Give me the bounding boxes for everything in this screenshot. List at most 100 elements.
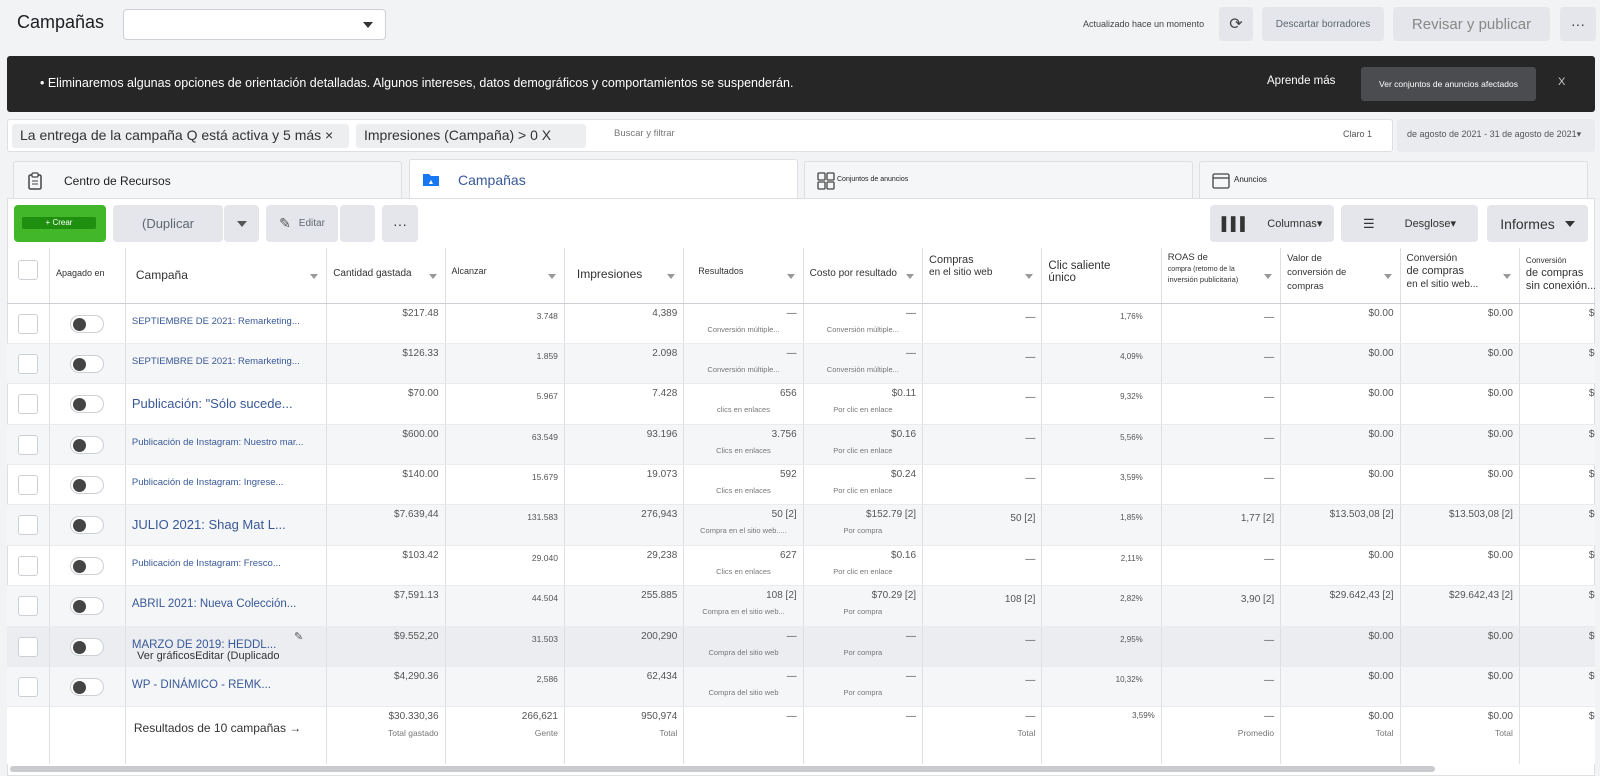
table-row[interactable]: SEPTIEMBRE DE 2021: Remarketing... $217.4… (7, 303, 1595, 344)
row-checkbox[interactable] (17, 313, 38, 334)
cell-sublabel: Por compra (843, 647, 883, 657)
row-toggle-cell (49, 424, 126, 466)
row-checkbox[interactable] (17, 636, 38, 657)
table-row[interactable]: SEPTIEMBRE DE 2021: Remarketing... $126.3… (7, 343, 1595, 385)
campaign-toggle[interactable] (70, 435, 105, 454)
campaign-toggle[interactable] (70, 354, 105, 373)
view-affected-adsets-button[interactable]: Ver conjuntos de anuncios afectados (1361, 67, 1536, 101)
folder-icon: ▲ (423, 174, 439, 186)
edit-dropdown-button[interactable] (340, 205, 375, 242)
roas-cell: — (1161, 626, 1282, 668)
more-options-button[interactable]: ··· (1560, 7, 1596, 41)
refresh-button[interactable]: ⟳ (1219, 7, 1253, 41)
date-range-picker[interactable]: de agosto de 2021 - 31 de agosto de 2021… (1397, 119, 1595, 152)
table-row[interactable]: Publicación: "Sólo sucede... $70.00 5.967 7… (7, 383, 1595, 425)
campaign-toggle[interactable] (70, 678, 105, 697)
table-row[interactable]: Publicación de Instagram: Nuestro mar...… (7, 424, 1595, 466)
discard-drafts-button[interactable]: Descartar borradores (1262, 7, 1384, 41)
breakdown-button[interactable]: ☰ Desglose▾ (1341, 205, 1478, 242)
tab-ads[interactable]: Anuncios (1199, 161, 1588, 199)
create-button[interactable]: + Crear (14, 205, 106, 242)
summary-value: $0.00 (1368, 711, 1394, 723)
tab-adsets[interactable]: Conjuntos de anuncios (804, 161, 1193, 199)
select-all-header[interactable] (7, 248, 50, 304)
campaign-name-link[interactable]: JULIO 2021: Shag Mat L... (132, 509, 320, 532)
learn-more-link[interactable]: Aprende más (1267, 75, 1335, 87)
more-actions-button[interactable]: ··· (382, 205, 418, 242)
row-select-cell (7, 303, 50, 344)
clear-filters-button[interactable]: Claro 1 (1343, 129, 1372, 139)
row-checkbox[interactable] (17, 596, 38, 617)
column-header[interactable]: Impresiones (564, 248, 685, 304)
columns-button[interactable]: ▌▌▌ Columnas▾ (1210, 205, 1334, 242)
review-publish-button[interactable]: Revisar y publicar (1393, 7, 1550, 41)
purchase-conv-cell: $0.00 (1400, 545, 1520, 587)
campaign-name-link[interactable]: Publicación de Instagram: Fresco... (132, 550, 320, 569)
column-header[interactable]: Resultados (683, 248, 804, 304)
search-filter-input[interactable]: Buscar y filtrar (614, 128, 675, 139)
cell-value: 1,85% (1120, 513, 1143, 523)
tab-campaigns[interactable]: ▲ Campañas (409, 159, 798, 201)
campaign-toggle[interactable] (70, 314, 105, 333)
column-header[interactable]: Compras en el sitio web (922, 248, 1043, 304)
cell-value: 9,32% (1120, 392, 1143, 402)
summary-results: — (683, 706, 804, 764)
campaign-name-link[interactable]: ABRIL 2021: Nueva Colección... (132, 590, 320, 610)
campaign-toggle[interactable] (70, 637, 105, 656)
edit-button[interactable]: ✎ Editar (266, 205, 338, 242)
table-row[interactable]: Publicación de Instagram: Ingrese... $140… (7, 464, 1595, 506)
campaign-toggle[interactable] (70, 556, 105, 575)
cell-value: $4,290.36 (394, 671, 439, 683)
row-checkbox[interactable] (17, 434, 38, 455)
campaign-toggle[interactable] (70, 516, 105, 535)
cell-value: — (1264, 473, 1275, 485)
campaign-toggle[interactable] (70, 476, 105, 495)
campaign-name-link[interactable]: Publicación de Instagram: Nuestro mar... (132, 429, 320, 448)
table-row[interactable]: Publicación de Instagram: Fresco... $103.… (7, 545, 1595, 587)
edit-pencil-icon[interactable]: ✎ (294, 630, 303, 643)
reports-button[interactable]: Informes (1487, 205, 1588, 242)
table-row[interactable]: WP - DINÁMICO - REMK... $4,290.36 2,586 62,… (7, 666, 1595, 708)
table-row[interactable]: JULIO 2021: Shag Mat L... $7.639,44 131.58… (7, 504, 1595, 546)
cell-value: 5,56% (1120, 432, 1143, 442)
filter-chip-impressions[interactable]: Impresiones (Campaña) > 0 X (356, 124, 586, 148)
row-checkbox[interactable] (17, 353, 38, 374)
tab-resource-center[interactable]: Centro de Recursos (13, 161, 402, 199)
column-header[interactable]: Conversión de compras en el sitio web... (1400, 248, 1520, 304)
column-header[interactable]: Campaña (125, 248, 328, 304)
column-header[interactable]: Clic saliente único (1041, 248, 1162, 304)
cell-value: 31.503 (531, 633, 558, 644)
spent-cell: $9.552,20 (326, 626, 446, 668)
purchases-cell: — (922, 383, 1043, 425)
duplicate-button[interactable]: (Duplicar (113, 205, 223, 242)
close-banner-button[interactable]: X (1558, 76, 1565, 88)
campaign-toggle[interactable] (70, 395, 105, 414)
filter-chip-delivery[interactable]: La entrega de la campaña Q está activa y… (12, 124, 349, 148)
column-header[interactable]: Apagado en (49, 248, 126, 304)
column-header[interactable]: Cantidad gastada (326, 248, 446, 304)
row-checkbox[interactable] (17, 475, 38, 496)
row-checkbox[interactable] (17, 555, 38, 576)
row-hover-actions[interactable]: Ver gráficosEditar (Duplicado (137, 650, 279, 662)
select-all-checkbox[interactable] (17, 260, 38, 280)
campaign-name-link[interactable]: SEPTIEMBRE DE 2021: Remarketing... (132, 348, 320, 367)
campaign-name-link[interactable]: SEPTIEMBRE DE 2021: Remarketing... (132, 308, 320, 327)
account-select[interactable] (123, 9, 386, 40)
column-header[interactable]: Valor de conversión de compras (1280, 248, 1401, 304)
campaign-name-link[interactable]: MARZO DE 2019: HEDDL... (132, 631, 320, 651)
row-checkbox[interactable] (17, 515, 38, 536)
column-header[interactable]: ROAS de compra (retorno de la inversión pu… (1161, 248, 1282, 304)
summary-reach: 266,621 Gente (445, 706, 565, 764)
campaign-name-link[interactable]: Publicación de Instagram: Ingrese... (132, 469, 320, 488)
duplicate-dropdown-button[interactable] (224, 205, 259, 242)
campaign-toggle[interactable] (70, 597, 105, 616)
campaign-name-link[interactable]: Publicación: "Sólo sucede... (132, 388, 320, 411)
campaign-name-link[interactable]: WP - DINÁMICO - REMK... (132, 671, 320, 691)
row-checkbox[interactable] (17, 677, 38, 698)
table-row[interactable]: ABRIL 2021: Nueva Colección... $7,591.13 4… (7, 585, 1595, 627)
horizontal-scrollbar[interactable] (10, 766, 1435, 772)
column-header[interactable]: Alcanzar (445, 248, 565, 304)
row-checkbox[interactable] (17, 394, 38, 415)
column-header[interactable]: Costo por resultado (803, 248, 924, 304)
column-header[interactable]: Conversión de compras sin conexión... (1519, 248, 1595, 304)
